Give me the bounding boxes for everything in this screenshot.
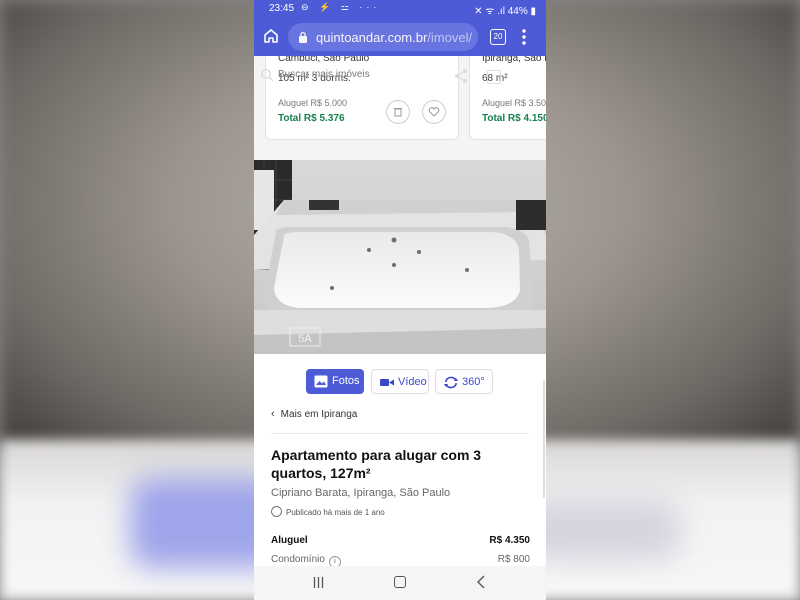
video-label: Vídeo bbox=[398, 376, 427, 388]
trash-icon[interactable] bbox=[386, 100, 410, 124]
chevron-left-icon: ‹ bbox=[271, 408, 275, 420]
card-rent: Aluguel R$ 5.000 bbox=[278, 98, 348, 108]
cost-label: Aluguel bbox=[271, 535, 308, 546]
published-label: Publicado há mais de 1 ano bbox=[286, 508, 385, 517]
rotate-360-icon bbox=[444, 376, 458, 389]
browser-toolbar: quintoandar.com.br/imovel/ 20 bbox=[254, 18, 546, 56]
card-total: Total R$ 5.376 bbox=[278, 113, 345, 124]
url-bar[interactable]: quintoandar.com.br/imovel/ bbox=[288, 23, 478, 51]
lock-icon bbox=[299, 31, 307, 43]
favorite-heart-icon[interactable] bbox=[520, 68, 536, 82]
video-button[interactable]: Vídeo bbox=[371, 369, 429, 394]
status-time: 23:45 bbox=[269, 3, 295, 14]
back-to-neighborhood-link[interactable]: ‹ Mais em Ipiranga bbox=[271, 408, 357, 420]
photos-label: Fotos bbox=[332, 375, 360, 387]
listing-photo[interactable]: 5A bbox=[254, 160, 546, 354]
card-rent: Aluguel R$ 3.500 bbox=[482, 98, 546, 108]
url-path: /imovel/ bbox=[427, 30, 473, 45]
heart-outline-icon[interactable] bbox=[422, 100, 446, 124]
video-camera-icon bbox=[380, 379, 394, 386]
clock-icon bbox=[271, 506, 282, 517]
listing-title: Apartamento para alugar com 3 quartos, 1… bbox=[271, 447, 482, 481]
share-icon[interactable] bbox=[453, 68, 469, 84]
tour-360-label: 360° bbox=[462, 376, 485, 388]
android-nav-bar bbox=[254, 566, 546, 600]
bathtub-photo-image: 5A bbox=[254, 160, 546, 354]
search-icon[interactable] bbox=[260, 68, 274, 82]
kebab-menu-icon[interactable] bbox=[522, 28, 526, 46]
cost-value: R$ 800 bbox=[497, 554, 530, 565]
image-icon bbox=[314, 375, 328, 388]
photo-watermark: 5A bbox=[298, 333, 312, 345]
home-button-icon[interactable] bbox=[394, 576, 406, 588]
home-icon[interactable] bbox=[262, 27, 280, 45]
phone-screen: 23:45 ⊖ ⚡ ⚍ ··· ✕ ᯤ .ıl 44% ▮ quintoanda… bbox=[254, 0, 546, 600]
gallery-icon[interactable] bbox=[487, 70, 501, 84]
photo-overlay-toolbar: Buscar mais imóveis bbox=[254, 56, 546, 96]
url-host: quintoandar.com.br bbox=[316, 30, 428, 45]
cost-label: Condomínio bbox=[271, 554, 325, 565]
tour-360-button[interactable]: 360° bbox=[435, 369, 493, 394]
status-icons: ⊖ ⚡ ⚍ ··· bbox=[301, 2, 381, 12]
tab-switcher-button[interactable]: 20 bbox=[490, 29, 506, 45]
cost-value: R$ 4.350 bbox=[489, 535, 530, 546]
search-more-label[interactable]: Buscar mais imóveis bbox=[278, 69, 370, 80]
back-link-label: Mais em Ipiranga bbox=[280, 409, 358, 420]
recent-apps-icon[interactable] bbox=[313, 577, 324, 588]
listing-address: Cipriano Barata, Ipiranga, São Paulo bbox=[271, 487, 451, 499]
card-total: Total R$ 4.150 bbox=[482, 113, 546, 124]
status-bar: 23:45 ⊖ ⚡ ⚍ ··· ✕ ᯤ .ıl 44% ▮ bbox=[254, 0, 546, 18]
scrollbar[interactable] bbox=[543, 380, 545, 498]
divider bbox=[271, 433, 529, 434]
published-info: Publicado há mais de 1 ano bbox=[271, 506, 385, 517]
photos-button[interactable]: Fotos bbox=[306, 369, 364, 394]
back-arrow-icon[interactable] bbox=[476, 575, 486, 589]
status-right: ✕ ᯤ .ıl 44% ▮ bbox=[474, 6, 536, 17]
